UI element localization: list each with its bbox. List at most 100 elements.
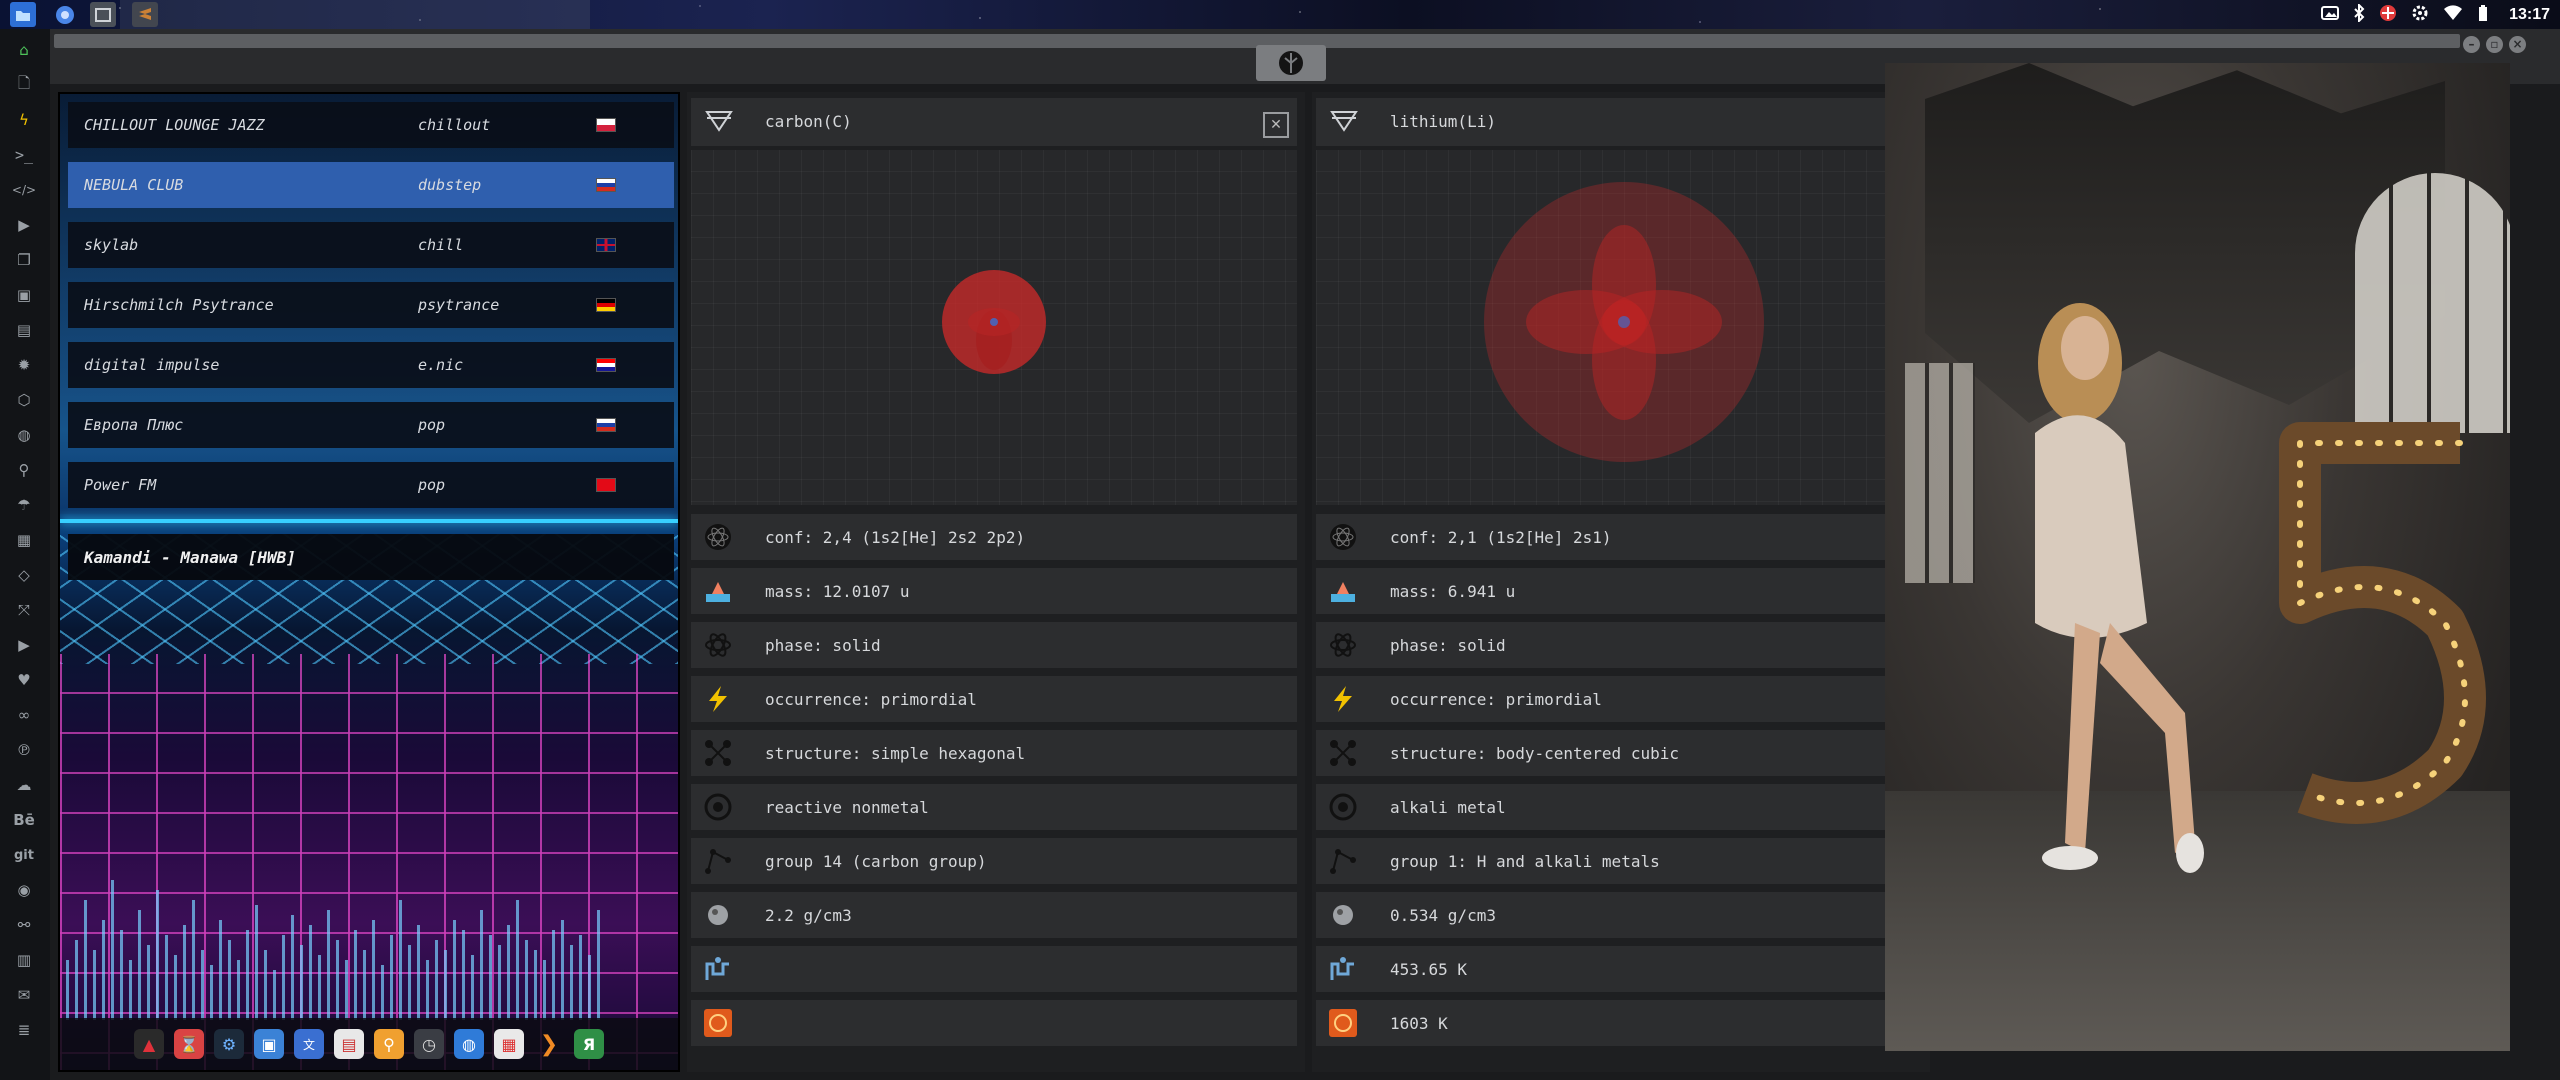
- file-manager-icon[interactable]: [10, 2, 36, 27]
- minimize-button[interactable]: –: [2463, 36, 2480, 53]
- flag-russia-icon: [596, 178, 616, 192]
- search-app-icon[interactable]: ⚲: [374, 1029, 404, 1059]
- mail-icon[interactable]: ✉: [13, 984, 35, 1006]
- station-row-selected[interactable]: NEBULA CLUB dubstep: [68, 162, 674, 208]
- tag-icon[interactable]: ◇: [13, 564, 35, 586]
- station-row[interactable]: digital impulse e.nic: [68, 342, 674, 388]
- wallpaper-photo: [1885, 63, 2510, 1051]
- bluetooth-icon[interactable]: [2353, 2, 2365, 26]
- yandex-icon[interactable]: Я: [574, 1029, 604, 1059]
- property-text: 453.65 K: [1390, 960, 1468, 979]
- github-icon[interactable]: ◉: [13, 879, 35, 901]
- settings-cog-icon[interactable]: ⚙: [214, 1029, 244, 1059]
- melting-icon: [703, 954, 733, 984]
- density-icon: [1328, 900, 1358, 930]
- orbital-visualization: [1316, 150, 1922, 505]
- network-icon[interactable]: ⚯: [13, 914, 35, 936]
- property-text: phase: solid: [765, 636, 881, 655]
- expand-icon[interactable]: ⤧: [13, 599, 35, 621]
- maximize-button[interactable]: ▫: [2486, 36, 2503, 53]
- station-row[interactable]: skylab chill: [68, 222, 674, 268]
- property-row: 453.65 K: [1316, 946, 1922, 992]
- calendar-icon[interactable]: ▦: [494, 1029, 524, 1059]
- translate-icon[interactable]: 文: [294, 1029, 324, 1059]
- contact-icon[interactable]: ▦: [13, 529, 35, 551]
- pinterest-icon[interactable]: ℗: [13, 739, 35, 761]
- youtube-icon[interactable]: ▶: [13, 634, 35, 656]
- behance-icon[interactable]: Bē: [13, 809, 35, 831]
- station-row[interactable]: Power FM pop: [68, 462, 674, 508]
- globe-icon[interactable]: ◍: [13, 424, 35, 446]
- flag-poland-icon: [596, 118, 616, 132]
- search-icon[interactable]: ⚲: [13, 459, 35, 481]
- property-row: conf: 2,1 (1s2[He] 2s1): [1316, 514, 1922, 560]
- web-browser-icon[interactable]: ◍: [454, 1029, 484, 1059]
- cloud-icon[interactable]: ☁: [13, 774, 35, 796]
- property-row: phase: solid: [691, 622, 1297, 668]
- umbrella-icon[interactable]: ☂: [13, 494, 35, 516]
- image-icon[interactable]: ▣: [13, 284, 35, 306]
- screenshot-icon[interactable]: [2321, 5, 2340, 25]
- property-text: phase: solid: [1390, 636, 1506, 655]
- audio-visualizer: [60, 860, 678, 1020]
- property-row: conf: 2,4 (1s2[He] 2s2 2p2): [691, 514, 1297, 560]
- group-icon: [703, 846, 733, 876]
- station-row[interactable]: CHILLOUT LOUNGE JAZZ chillout: [68, 102, 674, 148]
- station-row[interactable]: Европа Плюс pop: [68, 402, 674, 448]
- property-row: occurrence: primordial: [691, 676, 1297, 722]
- element-panel-lithium: lithium(Li) ✕ conf: 2,1 (1s2[He] 2s1) ma…: [1312, 92, 1930, 1072]
- home-icon[interactable]: ⌂: [13, 39, 35, 61]
- property-row: [691, 946, 1297, 992]
- play-arrow-icon[interactable]: ❯: [534, 1029, 564, 1059]
- hourglass-icon[interactable]: ⌛: [174, 1029, 204, 1059]
- station-genre: pop: [418, 476, 446, 494]
- git-icon[interactable]: git: [13, 844, 35, 866]
- lightning-icon: [1328, 684, 1358, 714]
- window-app-icon[interactable]: ▣: [254, 1029, 284, 1059]
- now-playing: Kamandi - Manawa [HWB]: [68, 534, 674, 580]
- close-icon[interactable]: ✕: [1263, 112, 1289, 138]
- station-row[interactable]: Hirschmilch Psytrance psytrance: [68, 282, 674, 328]
- terminal-icon[interactable]: >_: [13, 144, 35, 166]
- property-text: structure: simple hexagonal: [765, 744, 1026, 763]
- app-red-arrow-icon[interactable]: ▲: [134, 1029, 164, 1059]
- taskbar-window-slot[interactable]: [120, 0, 590, 29]
- station-name: NEBULA CLUB: [84, 176, 184, 194]
- close-window-button[interactable]: ×: [2509, 36, 2526, 53]
- battery-icon[interactable]: [2477, 4, 2489, 26]
- category-icon: [1328, 792, 1358, 822]
- rebel-alert-icon[interactable]: [2379, 4, 2397, 26]
- news-app-icon[interactable]: ▤: [334, 1029, 364, 1059]
- property-row: phase: solid: [1316, 622, 1922, 668]
- heart-icon[interactable]: ♥: [13, 669, 35, 691]
- flag-russia-icon: [596, 418, 616, 432]
- clock[interactable]: 13:17: [2509, 6, 2550, 24]
- system-tray: 13:17: [2321, 2, 2550, 27]
- flag-croatia-icon: [596, 358, 616, 372]
- map-icon[interactable]: ▥: [13, 949, 35, 971]
- station-name: Hirschmilch Psytrance: [84, 296, 274, 314]
- code-icon[interactable]: </>: [12, 179, 36, 201]
- property-row: 1603 K: [1316, 1000, 1922, 1046]
- element-header: carbon(C) ✕: [691, 98, 1297, 146]
- menu-icon[interactable]: ≣: [13, 1019, 35, 1041]
- document-icon[interactable]: 🗋: [13, 74, 35, 96]
- files-icon[interactable]: ❐: [13, 249, 35, 271]
- property-text: 2.2 g/cm3: [765, 906, 852, 925]
- lightning-icon[interactable]: ϟ: [13, 109, 35, 131]
- atom-dark-icon: [1328, 522, 1358, 552]
- clock-app-icon[interactable]: ◷: [414, 1029, 444, 1059]
- settings-gear-icon[interactable]: [2411, 4, 2429, 26]
- empire-icon[interactable]: ✹: [13, 354, 35, 376]
- hexagon-icon[interactable]: ⬡: [13, 389, 35, 411]
- flag-germany-icon: [596, 298, 616, 312]
- station-genre: pop: [418, 416, 446, 434]
- news-icon[interactable]: ▤: [13, 319, 35, 341]
- category-icon: [703, 792, 733, 822]
- play-icon[interactable]: ▶: [13, 214, 35, 236]
- window-icon[interactable]: [90, 2, 116, 27]
- chromium-icon[interactable]: [52, 2, 78, 27]
- wifi-icon[interactable]: [2443, 5, 2463, 25]
- infinity-icon[interactable]: ∞: [13, 704, 35, 726]
- atom-dark-icon: [703, 522, 733, 552]
